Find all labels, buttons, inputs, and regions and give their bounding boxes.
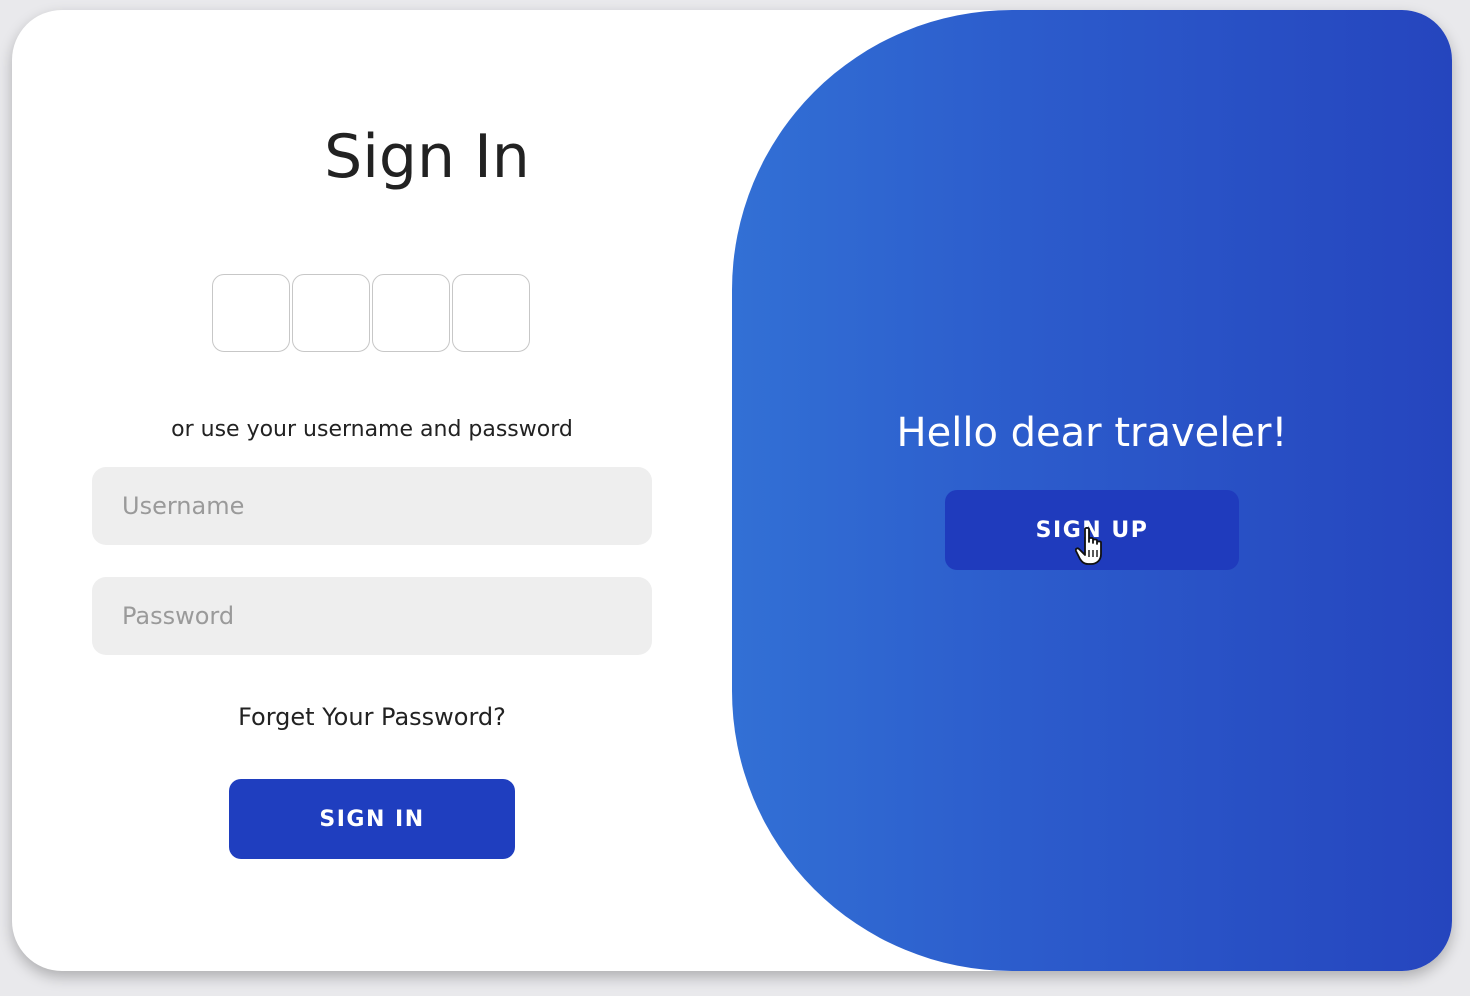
alt-signin-text: or use your username and password — [171, 417, 573, 442]
auth-card: Sign In or use your username and passwor… — [12, 10, 1452, 971]
code-box-4[interactable] — [452, 274, 530, 352]
code-input-group — [212, 274, 530, 352]
code-box-3[interactable] — [372, 274, 450, 352]
overlay-greeting: Hello dear traveler! — [896, 410, 1288, 456]
code-box-2[interactable] — [292, 274, 370, 352]
signup-button[interactable]: SIGN UP — [945, 490, 1239, 570]
forgot-password-link[interactable]: Forget Your Password? — [92, 703, 652, 731]
username-input[interactable] — [92, 467, 652, 545]
signup-overlay-panel: Hello dear traveler! SIGN UP — [732, 10, 1452, 971]
signin-button[interactable]: SIGN IN — [229, 779, 515, 859]
code-box-1[interactable] — [212, 274, 290, 352]
page-title: Sign In — [324, 122, 530, 192]
password-input[interactable] — [92, 577, 652, 655]
